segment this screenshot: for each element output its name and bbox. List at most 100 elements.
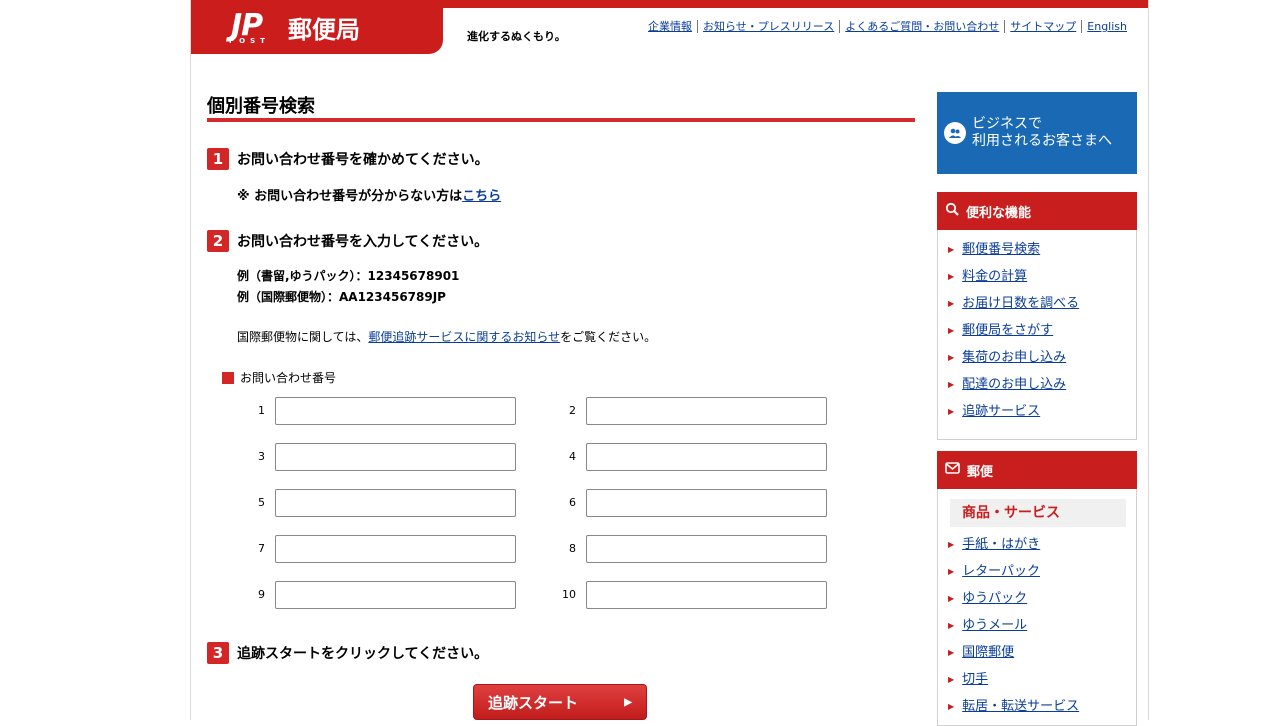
bullet-arrow-icon: ▶ <box>948 353 955 362</box>
tools-link-redelivery[interactable]: 配達のお申し込み <box>962 371 1066 398</box>
field-number-3: 3 <box>258 450 265 463</box>
tools-panel: 便利な機能 ▶ 郵便番号検索 ▶ 料金の計算 ▶ お届け日数を調べる ▶ 郵便局をさがす… <box>937 192 1137 440</box>
step-1: 1 お問い合わせ番号を確かめてください。 <box>207 148 489 170</box>
tools-link-find-office[interactable]: 郵便局をさがす <box>962 317 1053 344</box>
mail-panel-title: 郵便 <box>967 464 994 480</box>
step-1-number: 1 <box>207 148 229 170</box>
step-3: 3 追跡スタートをクリックしてください。 <box>207 642 488 664</box>
bullet-arrow-icon: ▶ <box>948 540 955 549</box>
business-customers-banner[interactable]: ビジネスで 利用されるお客さまへ <box>937 92 1137 174</box>
tracking-input-2[interactable] <box>586 397 827 425</box>
bullet-arrow-icon: ▶ <box>948 272 955 281</box>
tracking-input-10[interactable] <box>586 581 827 609</box>
tools-item: ▶ 料金の計算 <box>948 263 1136 290</box>
bullet-arrow-icon: ▶ <box>948 245 955 254</box>
international-notice: 国際郵便物に関しては、郵便追跡サービスに関するお知らせをご覧ください。 <box>237 328 656 345</box>
tools-link-pickup[interactable]: 集荷のお申し込み <box>962 344 1066 371</box>
bullet-arrow-icon: ▶ <box>948 407 955 416</box>
tools-item: ▶ 郵便局をさがす <box>948 317 1136 344</box>
business-banner-text: ビジネスで 利用されるお客さまへ <box>972 116 1112 150</box>
tracking-number-label-text: お問い合わせ番号 <box>240 371 337 385</box>
envelope-icon <box>945 462 960 478</box>
mail-link-yupack[interactable]: ゆうパック <box>962 585 1027 612</box>
mail-item: ▶ ゆうパック <box>948 585 1136 612</box>
tools-link-fee[interactable]: 料金の計算 <box>962 263 1027 290</box>
mail-item: ▶ ゆうメール <box>948 612 1136 639</box>
tools-panel-header: 便利な機能 <box>937 192 1137 230</box>
tracking-start-label: 追跡スタート <box>488 694 579 712</box>
label-square-icon <box>222 371 234 384</box>
tools-item: ▶ 郵便番号検索 <box>948 236 1136 263</box>
tracking-input-6[interactable] <box>586 489 827 517</box>
business-banner-line2: 利用されるお客さまへ <box>972 133 1112 149</box>
business-banner-line1: ビジネスで <box>972 116 1042 132</box>
field-number-6: 6 <box>569 496 576 509</box>
tracking-notice-link[interactable]: 郵便追跡サービスに関するお知らせ <box>368 330 560 344</box>
tools-panel-title: 便利な機能 <box>966 205 1032 221</box>
tracking-input-4[interactable] <box>586 443 827 471</box>
util-link-faq[interactable]: よくあるご質問・お問い合わせ <box>839 20 1004 33</box>
mail-link-letterpack[interactable]: レターパック <box>962 558 1040 585</box>
intl-notice-prefix: 国際郵便物に関しては、 <box>237 330 369 344</box>
tools-link-delivery-days[interactable]: お届け日数を調べる <box>962 290 1079 317</box>
tools-item: ▶ お届け日数を調べる <box>948 290 1136 317</box>
field-number-2: 2 <box>569 404 576 417</box>
bullet-arrow-icon: ▶ <box>948 675 955 684</box>
tools-list: ▶ 郵便番号検索 ▶ 料金の計算 ▶ お届け日数を調べる ▶ 郵便局をさがす ▶ 集荷のお… <box>938 230 1136 429</box>
search-icon <box>945 202 959 220</box>
tracking-start-button[interactable]: 追跡スタート ▶ <box>473 684 647 720</box>
mail-link-stamps[interactable]: 切手 <box>962 666 988 693</box>
number-examples: 例（書留,ゆうパック）：12345678901 例（国際郵便物）：AA12345… <box>237 266 459 308</box>
field-number-1: 1 <box>258 404 265 417</box>
tracking-input-3[interactable] <box>275 443 516 471</box>
step-3-number: 3 <box>207 642 229 664</box>
field-number-8: 8 <box>569 542 576 555</box>
logo-name: 郵便局 <box>288 16 360 44</box>
field-number-7: 7 <box>258 542 265 555</box>
tracking-input-1[interactable] <box>275 397 516 425</box>
step-3-text: 追跡スタートをクリックしてください。 <box>237 646 489 662</box>
util-link-news[interactable]: お知らせ・プレスリリース <box>697 20 839 33</box>
field-number-9: 9 <box>258 588 265 601</box>
user-group-icon <box>944 122 966 144</box>
tools-link-zipcode[interactable]: 郵便番号検索 <box>962 236 1040 263</box>
mail-subheading: 商品・サービス <box>950 499 1126 527</box>
page-title: 個別番号検索 <box>207 96 315 117</box>
lookup-note-text: ※ お問い合わせ番号が分からない方は <box>237 189 463 204</box>
bullet-arrow-icon: ▶ <box>948 326 955 335</box>
mail-item: ▶ レターパック <box>948 558 1136 585</box>
tracking-input-7[interactable] <box>275 535 516 563</box>
tagline: 進化するぬくもり。 <box>467 30 566 43</box>
util-link-english[interactable]: English <box>1081 20 1132 33</box>
bullet-arrow-icon: ▶ <box>948 299 955 308</box>
mail-link-international[interactable]: 国際郵便 <box>962 639 1014 666</box>
bullet-arrow-icon: ▶ <box>948 702 955 711</box>
util-link-sitemap[interactable]: サイトマップ <box>1004 20 1081 33</box>
example-domestic: 例（書留,ゆうパック）：12345678901 <box>237 269 460 283</box>
step-2: 2 お問い合わせ番号を入力してください。 <box>207 230 488 252</box>
field-number-4: 4 <box>569 450 576 463</box>
tracking-input-9[interactable] <box>275 581 516 609</box>
tracking-input-8[interactable] <box>586 535 827 563</box>
lookup-help-link[interactable]: こちら <box>462 189 501 204</box>
mail-link-letters[interactable]: 手紙・はがき <box>962 531 1040 558</box>
tools-item: ▶ 配達のお申し込み <box>948 371 1136 398</box>
bullet-arrow-icon: ▶ <box>948 648 955 657</box>
lookup-note: ※ お問い合わせ番号が分からない方はこちら <box>237 185 501 204</box>
japan-post-logo[interactable]: JP POST 郵便局 <box>191 0 443 54</box>
tools-item: ▶ 集荷のお申し込み <box>948 344 1136 371</box>
step-2-number: 2 <box>207 230 229 252</box>
util-link-corporate[interactable]: 企業情報 <box>643 20 697 33</box>
field-number-5: 5 <box>258 496 265 509</box>
bullet-arrow-icon: ▶ <box>948 594 955 603</box>
tools-link-tracking[interactable]: 追跡サービス <box>962 398 1040 425</box>
step-1-text: お問い合わせ番号を確かめてください。 <box>237 152 489 168</box>
tracking-input-5[interactable] <box>275 489 516 517</box>
bullet-arrow-icon: ▶ <box>948 621 955 630</box>
mail-link-forwarding[interactable]: 転居・転送サービス <box>962 693 1079 720</box>
mail-link-yumail[interactable]: ゆうメール <box>962 612 1027 639</box>
mail-list: ▶ 手紙・はがき ▶ レターパック ▶ ゆうパック ▶ ゆうメール ▶ 国際郵便 ▶ 切手 … <box>938 529 1136 724</box>
title-divider <box>207 118 915 122</box>
intl-notice-suffix: をご覧ください。 <box>560 330 657 344</box>
page: JP POST 郵便局 進化するぬくもり。 企業情報 お知らせ・プレスリリース … <box>0 0 1280 726</box>
